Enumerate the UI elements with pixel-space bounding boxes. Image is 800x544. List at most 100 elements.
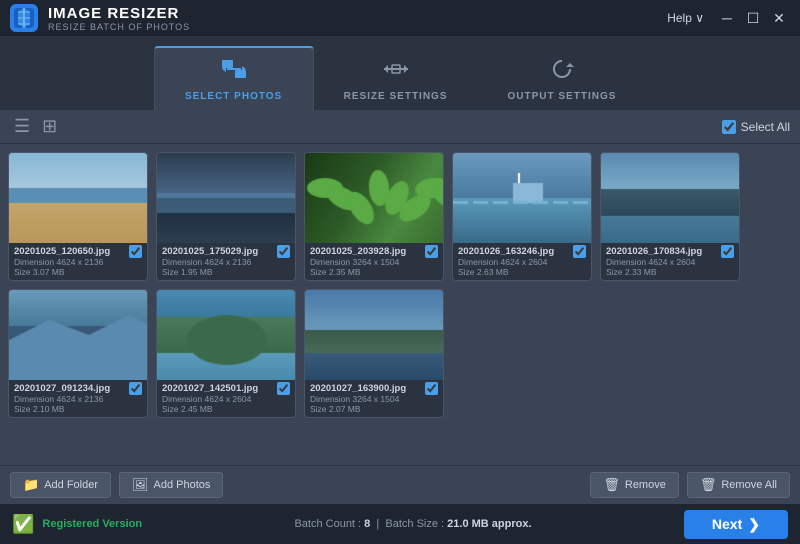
photo-info: 20201027_163900.jpg Dimension 3264 x 150… — [305, 380, 443, 417]
title-bar: IMAGE RESIZER RESIZE BATCH OF PHOTOS Hel… — [0, 0, 800, 36]
list-view-button[interactable]: ☰ — [10, 114, 34, 139]
photo-size: Size 3.07 MB — [14, 267, 142, 277]
photo-checkbox[interactable] — [129, 382, 142, 395]
remove-button[interactable]: 🗑 Remove — [590, 472, 678, 498]
registered-label: Registered Version — [42, 518, 142, 530]
remove-icon: 🗑 — [603, 477, 620, 493]
output-settings-icon — [548, 58, 576, 86]
grid-view-icon: ⊞ — [42, 116, 57, 136]
photo-checkbox[interactable] — [425, 382, 438, 395]
photo-thumbnail — [305, 290, 444, 380]
photo-thumbnail — [157, 290, 296, 380]
photo-item[interactable]: 20201027_091234.jpg Dimension 4624 x 213… — [8, 289, 148, 418]
photo-name: 20201025_203928.jpg — [310, 246, 438, 257]
photo-size: Size 2.07 MB — [310, 404, 438, 414]
select-all-wrapper: Select All — [722, 120, 790, 134]
photo-name: 20201027_091234.jpg — [14, 383, 142, 394]
remove-all-icon: 🗑 — [700, 477, 717, 493]
add-folder-label: Add Folder — [44, 479, 98, 491]
maximize-button[interactable]: ☐ — [742, 7, 764, 29]
photo-thumbnail — [9, 153, 148, 243]
photo-dim: Dimension 4624 x 2604 — [606, 257, 734, 267]
resize-settings-label: RESIZE SETTINGS — [344, 91, 448, 102]
photo-item[interactable]: 20201025_120650.jpg Dimension 4624 x 213… — [8, 152, 148, 281]
tab-resize-settings[interactable]: RESIZE SETTINGS — [314, 48, 478, 110]
registered-icon: ✅ — [12, 514, 34, 535]
tab-output-settings[interactable]: OUTPUT SETTINGS — [478, 48, 647, 110]
photo-dim: Dimension 4624 x 2604 — [458, 257, 586, 267]
batch-size-value: 21.0 MB approx. — [447, 518, 531, 530]
toolbar: ☰ ⊞ Select All — [0, 110, 800, 144]
photo-item[interactable]: 20201027_142501.jpg Dimension 4624 x 260… — [156, 289, 296, 418]
photo-info: 20201025_203928.jpg Dimension 3264 x 150… — [305, 243, 443, 280]
tab-select-photos[interactable]: SELECT PHOTOS — [154, 46, 314, 110]
photo-dim: Dimension 4624 x 2136 — [162, 257, 290, 267]
photo-name: 20201025_175029.jpg — [162, 246, 290, 257]
action-row: 📁 Add Folder 🖼 Add Photos 🗑 Remove 🗑 Rem… — [0, 465, 800, 504]
photo-checkbox[interactable] — [425, 245, 438, 258]
next-button[interactable]: Next ❯ — [684, 510, 788, 539]
batch-count-value: 8 — [364, 518, 370, 530]
photo-item[interactable]: 20201026_163246.jpg Dimension 4624 x 260… — [452, 152, 592, 281]
photo-size: Size 2.63 MB — [458, 267, 586, 277]
photo-item[interactable]: 20201025_175029.jpg Dimension 4624 x 213… — [156, 152, 296, 281]
select-photos-icon — [220, 58, 248, 86]
batch-count-label: Batch Count : — [294, 518, 361, 530]
photo-thumbnail — [9, 290, 148, 380]
photo-info: 20201026_163246.jpg Dimension 4624 x 260… — [453, 243, 591, 280]
status-batch-info: Batch Count : 8 | Batch Size : 21.0 MB a… — [294, 518, 531, 530]
remove-all-button[interactable]: 🗑 Remove All — [687, 472, 790, 498]
photo-name: 20201026_170834.jpg — [606, 246, 734, 257]
remove-all-label: Remove All — [721, 479, 777, 491]
select-all-checkbox[interactable] — [722, 120, 736, 134]
photo-dim: Dimension 4624 x 2604 — [162, 394, 290, 404]
app-subtitle: RESIZE BATCH OF PHOTOS — [48, 22, 190, 32]
photo-thumbnail — [157, 153, 296, 243]
status-bar: ✅ Registered Version Batch Count : 8 | B… — [0, 504, 800, 544]
action-right: 🗑 Remove 🗑 Remove All — [590, 472, 790, 498]
photo-checkbox[interactable] — [129, 245, 142, 258]
resize-settings-icon — [382, 58, 410, 86]
output-settings-label: OUTPUT SETTINGS — [508, 91, 617, 102]
grid-view-button[interactable]: ⊞ — [38, 114, 61, 139]
photo-thumbnail — [305, 153, 444, 243]
photo-dim: Dimension 4624 x 2136 — [14, 394, 142, 404]
view-buttons: ☰ ⊞ — [10, 114, 61, 139]
photo-dim: Dimension 4624 x 2136 — [14, 257, 142, 267]
minimize-button[interactable]: ─ — [716, 7, 738, 29]
add-photos-label: Add Photos — [154, 479, 211, 491]
photo-size: Size 2.45 MB — [162, 404, 290, 414]
select-photos-label: SELECT PHOTOS — [185, 91, 282, 102]
app-icon — [10, 4, 38, 32]
close-button[interactable]: ✕ — [768, 7, 790, 29]
tab-bar: SELECT PHOTOS RESIZE SETTINGS OUTPUT S — [0, 36, 800, 110]
photo-checkbox[interactable] — [573, 245, 586, 258]
photo-info: 20201025_120650.jpg Dimension 4624 x 213… — [9, 243, 147, 280]
photo-item[interactable]: 20201026_170834.jpg Dimension 4624 x 260… — [600, 152, 740, 281]
photo-checkbox[interactable] — [277, 245, 290, 258]
folder-icon: 📁 — [23, 477, 39, 493]
photo-size: Size 2.33 MB — [606, 267, 734, 277]
help-button[interactable]: Help ∨ — [659, 9, 712, 27]
photo-info: 20201027_142501.jpg Dimension 4624 x 260… — [157, 380, 295, 417]
photo-checkbox[interactable] — [277, 382, 290, 395]
photo-checkbox[interactable] — [721, 245, 734, 258]
app-title: IMAGE RESIZER — [48, 5, 190, 22]
photo-dim: Dimension 3264 x 1504 — [310, 394, 438, 404]
action-left: 📁 Add Folder 🖼 Add Photos — [10, 472, 223, 498]
add-folder-button[interactable]: 📁 Add Folder — [10, 472, 111, 498]
photo-info: 20201025_175029.jpg Dimension 4624 x 213… — [157, 243, 295, 280]
title-bar-left: IMAGE RESIZER RESIZE BATCH OF PHOTOS — [10, 4, 190, 32]
photo-grid-container[interactable]: 20201025_120650.jpg Dimension 4624 x 213… — [0, 144, 800, 465]
photo-icon: 🖼 — [132, 477, 149, 493]
photo-item[interactable]: 20201027_163900.jpg Dimension 3264 x 150… — [304, 289, 444, 418]
batch-size-label: Batch Size : — [385, 518, 444, 530]
photo-thumbnail — [601, 153, 740, 243]
photo-item[interactable]: 20201025_203928.jpg Dimension 3264 x 150… — [304, 152, 444, 281]
photo-size: Size 1.95 MB — [162, 267, 290, 277]
photo-name: 20201027_142501.jpg — [162, 383, 290, 394]
photo-dim: Dimension 3264 x 1504 — [310, 257, 438, 267]
photo-info: 20201026_170834.jpg Dimension 4624 x 260… — [601, 243, 739, 280]
add-photos-button[interactable]: 🖼 Add Photos — [119, 472, 223, 498]
main-content: SELECT PHOTOS RESIZE SETTINGS OUTPUT S — [0, 36, 800, 544]
